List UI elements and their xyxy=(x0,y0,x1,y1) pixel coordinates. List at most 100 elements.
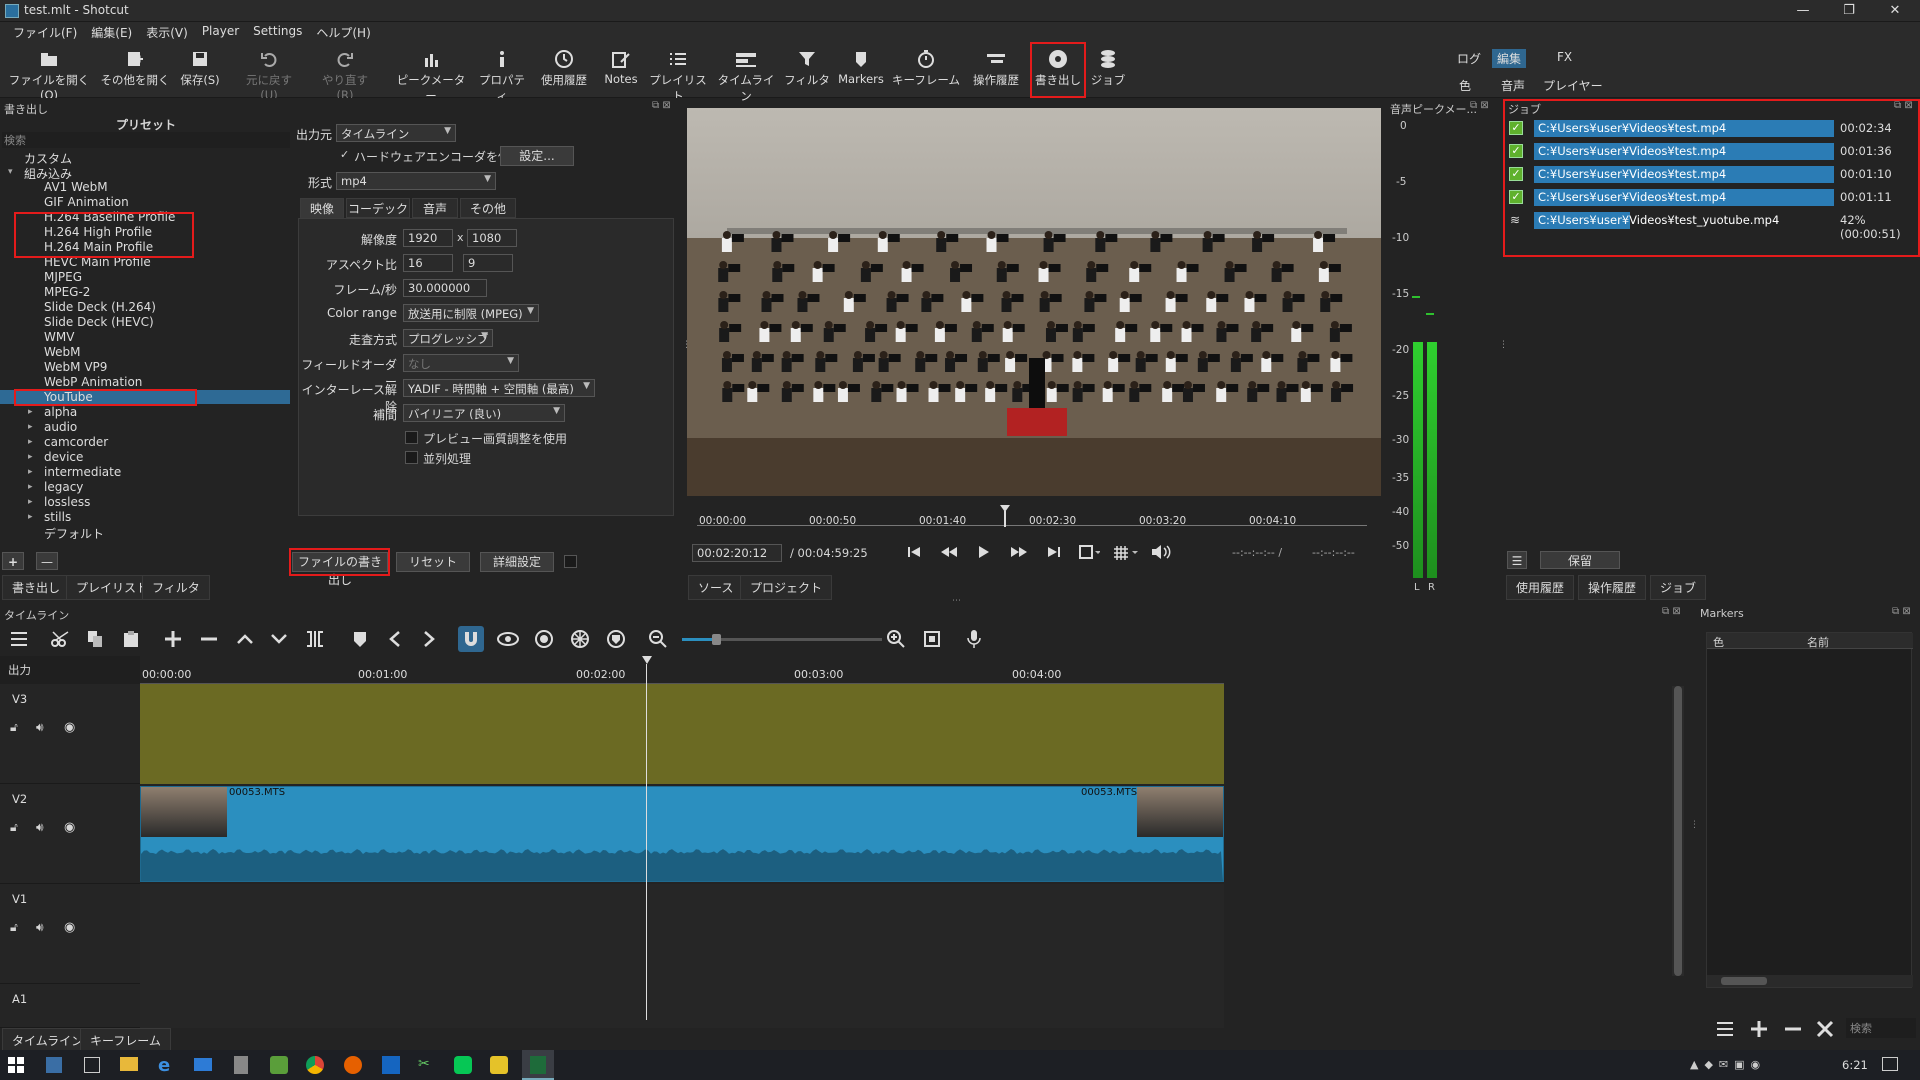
mute-icon[interactable]: 🔊︎ xyxy=(36,720,44,735)
zoom-slider[interactable] xyxy=(682,634,882,645)
layout-color[interactable]: 色 xyxy=(1454,76,1476,95)
tab-project[interactable]: プロジェクト xyxy=(740,575,833,600)
clock[interactable]: 6:21 xyxy=(1842,1058,1868,1072)
scrollbar-thumb[interactable] xyxy=(1721,977,1767,985)
expand-arrow-icon[interactable]: ▸ xyxy=(28,467,33,477)
marker-icon[interactable] xyxy=(352,630,368,648)
preset-group[interactable]: alpha xyxy=(44,405,77,419)
expand-arrow-icon[interactable]: ▸ xyxy=(28,452,33,462)
menu-help[interactable]: ヘルプ(H) xyxy=(309,22,377,42)
fps-input[interactable]: 30.000000 xyxy=(403,279,487,297)
grid-icon[interactable] xyxy=(1112,544,1140,560)
tab-filters[interactable]: フィルタ xyxy=(142,575,210,600)
remove-icon[interactable] xyxy=(200,630,218,648)
recent-button[interactable]: 使用履歴 xyxy=(538,46,590,96)
properties-button[interactable]: プロパティ xyxy=(476,46,528,103)
clear-markers-icon[interactable] xyxy=(1816,1020,1834,1038)
volume-icon[interactable] xyxy=(1150,543,1172,561)
tab-audio[interactable]: 音声 xyxy=(412,198,458,218)
zoom-fit-icon[interactable] xyxy=(1078,544,1100,560)
app-tool-icon[interactable]: ✂ xyxy=(418,1056,436,1074)
task-view-icon[interactable] xyxy=(84,1057,100,1073)
track-v1-lane[interactable] xyxy=(140,884,1224,984)
eye-icon[interactable]: ◉ xyxy=(64,820,75,835)
playlist-button[interactable]: プレイリスト xyxy=(648,46,708,103)
preset-group[interactable]: intermediate xyxy=(44,465,121,479)
preset-item[interactable]: H.264 Baseline Profile xyxy=(44,210,175,224)
save-button[interactable]: 保存(S) xyxy=(176,46,224,96)
video-clip[interactable]: 00053.MTS 00053.MTS xyxy=(140,786,1224,882)
preset-item-selected[interactable]: YouTube xyxy=(0,390,290,404)
expand-arrow-icon[interactable]: ▸ xyxy=(28,407,33,417)
reset-button[interactable]: リセット xyxy=(396,552,470,572)
file-explorer-icon[interactable] xyxy=(120,1057,138,1071)
peak-meter-button[interactable]: ピークメーター xyxy=(394,46,468,103)
app-green-icon[interactable] xyxy=(270,1056,288,1074)
lift-icon[interactable] xyxy=(236,630,254,648)
jobs-button[interactable]: ジョブ xyxy=(1088,46,1128,96)
export-button[interactable]: 書き出し xyxy=(1034,46,1082,96)
firefox-icon[interactable] xyxy=(344,1056,362,1074)
aspect-width-input[interactable]: 16 xyxy=(403,254,453,272)
field-order-select[interactable]: なし ▼ xyxy=(403,354,519,372)
system-tray-icons[interactable]: ▲◆✉▣◉ xyxy=(1690,1058,1766,1071)
track-header-a1[interactable]: A1 xyxy=(0,984,140,1028)
job-row[interactable]: ✓ C:¥Users¥user¥Videos¥test.mp4 00:01:10 xyxy=(1505,165,1919,184)
preset-item[interactable]: H.264 High Profile xyxy=(44,225,152,239)
preset-search-input[interactable]: 検索 xyxy=(2,132,290,148)
previous-marker-icon[interactable] xyxy=(388,630,402,648)
job-row[interactable]: ✓ C:¥Users¥user¥Videos¥test.mp4 00:01:36 xyxy=(1505,142,1919,161)
layout-audio[interactable]: 音声 xyxy=(1496,76,1530,95)
expand-arrow-icon[interactable]: ▸ xyxy=(28,512,33,522)
eye-icon[interactable]: ◉ xyxy=(64,920,75,935)
app-yellow-icon[interactable] xyxy=(490,1056,508,1074)
copy-icon[interactable] xyxy=(86,630,104,648)
color-column-header[interactable]: 色 xyxy=(1713,634,1724,650)
tab-recent[interactable]: 使用履歴 xyxy=(1506,575,1575,600)
advanced-toggle-checkbox[interactable] xyxy=(564,555,577,568)
redo-button[interactable]: やり直す(R) xyxy=(314,46,376,102)
scrollbar-thumb[interactable] xyxy=(1674,686,1682,976)
ripple-icon[interactable] xyxy=(534,629,554,649)
cut-icon[interactable] xyxy=(50,630,72,648)
tab-jobs[interactable]: ジョブ xyxy=(1650,575,1707,600)
color-range-select[interactable]: 放送用に制限 (MPEG) ▼ xyxy=(403,304,539,322)
microphone-icon[interactable] xyxy=(966,629,982,649)
taskbar-app-icon[interactable] xyxy=(46,1057,62,1073)
timecode-input[interactable]: 00:02:20:12 xyxy=(692,544,782,562)
filters-button[interactable]: フィルタ xyxy=(784,46,830,96)
layout-edit[interactable]: 編集 xyxy=(1492,49,1527,68)
track-v3-lane[interactable] xyxy=(140,684,1224,784)
app-blue-icon[interactable] xyxy=(382,1056,400,1074)
export-file-button[interactable]: ファイルの書き出し xyxy=(292,552,388,587)
layout-player[interactable]: プレイヤー xyxy=(1538,76,1608,95)
timeline-playhead-icon[interactable] xyxy=(641,656,653,668)
remove-preset-button[interactable]: — xyxy=(36,552,58,570)
job-row[interactable]: ≋ C:¥Users¥user¥Videos¥test_yuotube.mp4 42… xyxy=(1505,211,1919,241)
preset-item[interactable]: WebM xyxy=(44,345,81,359)
skip-previous-icon[interactable] xyxy=(906,544,922,560)
preset-group[interactable]: camcorder xyxy=(44,435,108,449)
markers-menu-icon[interactable] xyxy=(1716,1020,1734,1038)
line-app-icon[interactable] xyxy=(454,1056,472,1074)
name-column-header[interactable]: 名前 xyxy=(1807,634,1829,650)
markers-horizontal-scrollbar[interactable] xyxy=(1707,975,1913,987)
menu-edit[interactable]: 編集(E) xyxy=(84,22,139,42)
preset-group[interactable]: legacy xyxy=(44,480,83,494)
scan-select[interactable]: プログレッシブ ▼ xyxy=(403,329,493,347)
menu-view[interactable]: 表示(V) xyxy=(139,22,195,42)
preset-item[interactable]: Slide Deck (HEVC) xyxy=(44,315,154,329)
minimize-button[interactable]: — xyxy=(1780,0,1826,22)
tab-export[interactable]: 書き出し xyxy=(2,575,71,600)
overwrite-icon[interactable] xyxy=(270,630,288,648)
panel-float-icon[interactable]: ⧉ ⊠ xyxy=(652,100,671,111)
player-playhead-icon[interactable] xyxy=(999,505,1011,527)
preset-item[interactable]: WebM VP9 xyxy=(44,360,107,374)
mail-icon[interactable] xyxy=(194,1058,212,1071)
preset-group[interactable]: lossless xyxy=(44,495,90,509)
next-marker-icon[interactable] xyxy=(422,630,436,648)
deinterlace-select[interactable]: YADIF - 時間軸 + 空間軸 (最高) ▼ xyxy=(403,379,595,397)
calculator-icon[interactable] xyxy=(234,1056,248,1074)
track-header-v1[interactable]: V1 🔓︎ 🔊︎ ◉ xyxy=(0,884,140,984)
resolution-width-input[interactable]: 1920 xyxy=(403,229,453,247)
